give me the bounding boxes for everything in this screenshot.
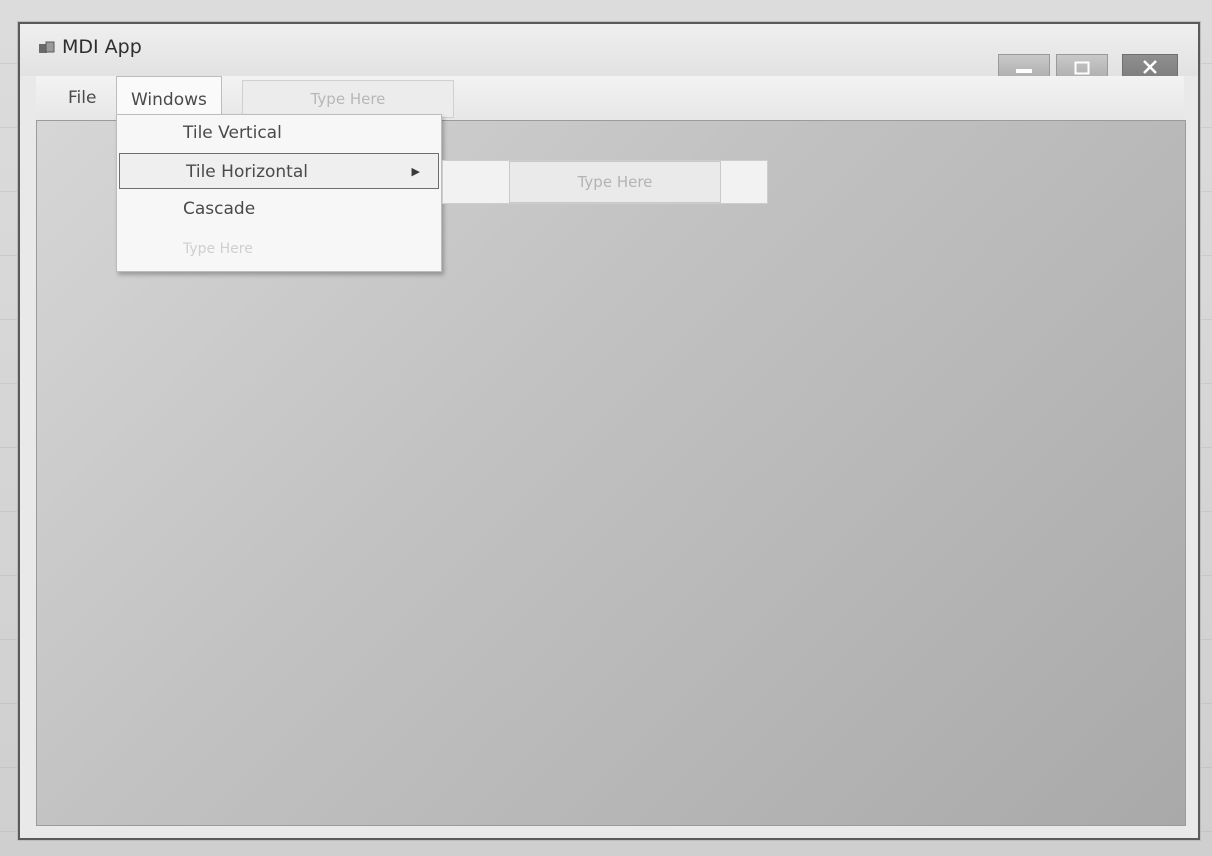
menu-item-tile-vertical[interactable]: Tile Vertical bbox=[117, 115, 441, 151]
menu-item-type-here[interactable]: Type Here bbox=[117, 231, 441, 267]
menu-file[interactable]: File bbox=[58, 84, 106, 112]
title-bar[interactable]: MDI App bbox=[20, 24, 1198, 84]
mdi-window: MDI App File Windows Type Here Tile Vert… bbox=[18, 22, 1200, 840]
tile-horizontal-submenu: Type Here bbox=[442, 160, 768, 204]
app-icon bbox=[38, 40, 56, 56]
window-title: MDI App bbox=[62, 36, 142, 58]
menu-item-tile-horizontal[interactable]: Tile Horizontal ▶ bbox=[119, 153, 439, 189]
windows-dropdown-menu: Tile Vertical Tile Horizontal ▶ Cascade … bbox=[116, 114, 442, 272]
menu-item-cascade[interactable]: Cascade bbox=[117, 191, 441, 227]
submenu-type-here[interactable]: Type Here bbox=[509, 161, 721, 203]
chevron-right-icon: ▶ bbox=[411, 165, 420, 178]
menu-item-label: Tile Vertical bbox=[183, 123, 282, 143]
menu-item-label: Cascade bbox=[183, 199, 256, 219]
menu-item-label: Type Here bbox=[183, 241, 253, 257]
menu-item-label: Tile Horizontal bbox=[186, 162, 308, 182]
menubar-type-here[interactable]: Type Here bbox=[242, 80, 454, 118]
